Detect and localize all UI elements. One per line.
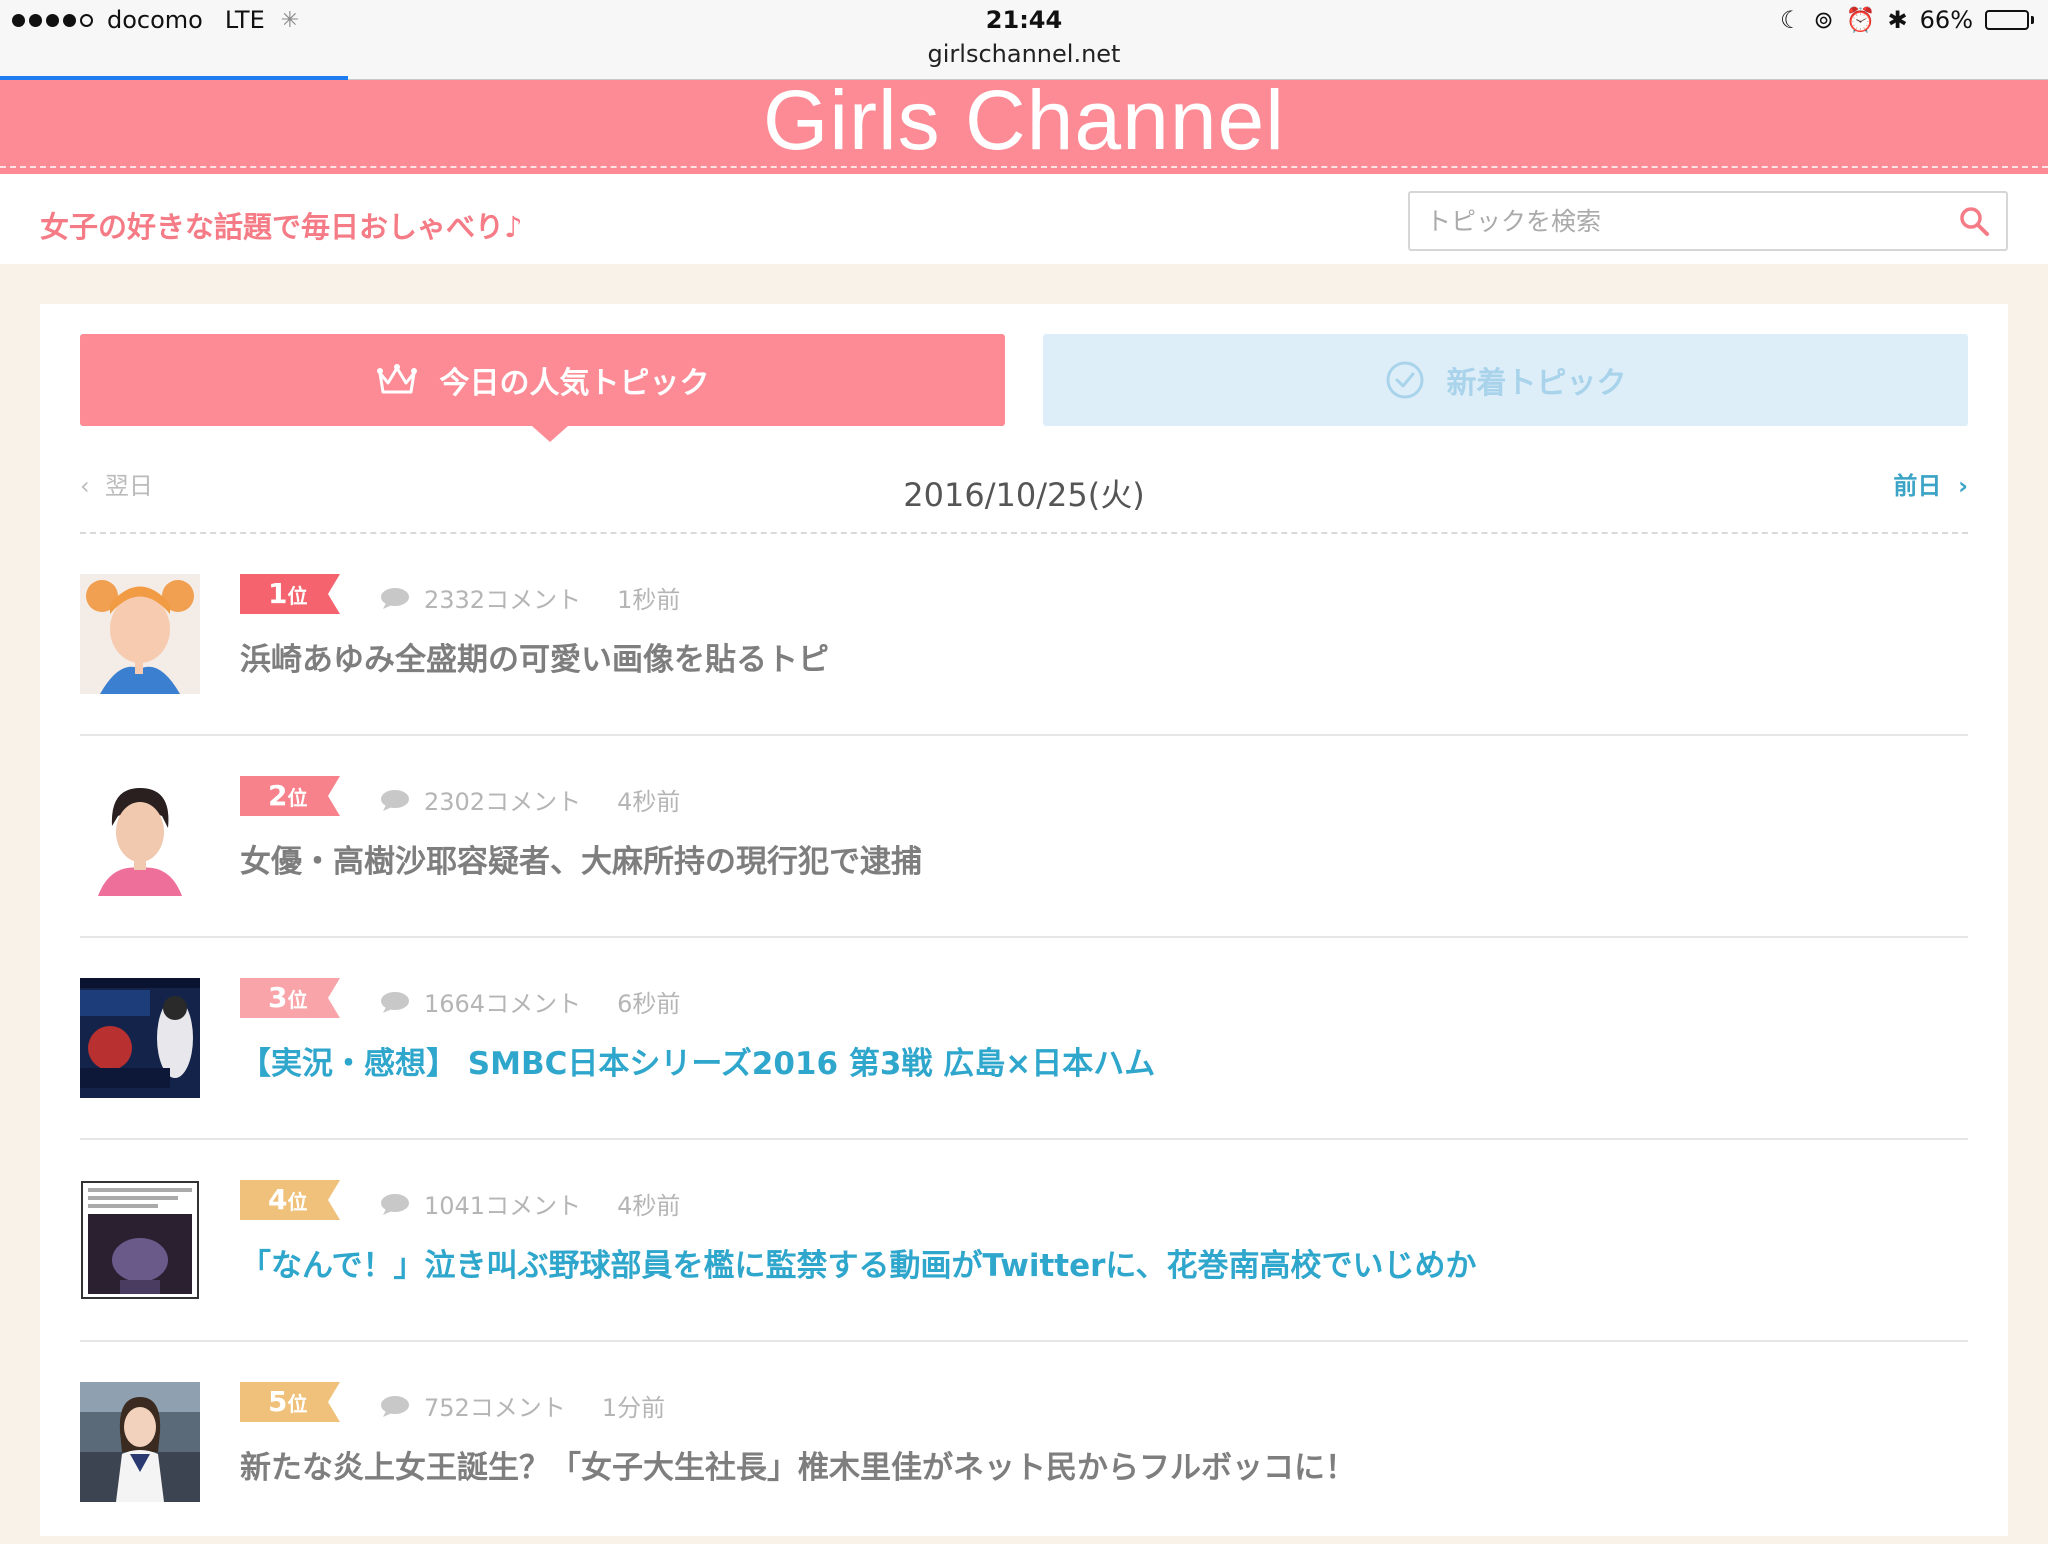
topic-item[interactable]: 3位 1664コメント 6秒前 【実況・感想】 SMBC日本シリーズ2016 第… [80,938,1968,1140]
subheader: 女子の好きな話題で毎日おしゃべり♪ [0,174,2048,264]
clock-icon [1386,361,1423,399]
topic-thumbnail[interactable] [80,1180,200,1300]
battery-icon [1985,10,2034,30]
topic-meta: 2302コメント 4秒前 [380,782,680,817]
topic-meta: 1664コメント 6秒前 [380,984,680,1019]
post-time: 6秒前 [617,990,681,1018]
post-time: 1秒前 [617,586,681,614]
active-tab-pointer [532,426,568,442]
rank-badge: 2位 [240,776,340,816]
comment-count: 2302コメント [424,788,582,816]
url-bar[interactable]: girlschannel.net [0,40,2048,68]
battery-percentage: 66% [1919,6,1973,34]
topic-meta: 752コメント 1分前 [380,1388,665,1423]
topic-title[interactable]: 新たな炎上女王誕生？「女子大生社長」椎木里佳がネット民からフルボッコに！ [240,1442,1356,1487]
site-logo[interactable]: Girls Channel [0,72,2048,169]
search-icon[interactable] [1958,205,1990,237]
topics-card: 今日の人気トピック 新着トピック ‹ 翌日 2016/10/25(火) 前日 › [40,304,2008,1536]
topic-meta: 2332コメント 1秒前 [380,580,680,615]
comment-icon [381,789,409,811]
topic-thumbnail[interactable] [80,1382,200,1502]
rotation-lock-icon: ⊚ [1813,6,1834,34]
topic-thumbnail[interactable] [80,978,200,1098]
clock: 21:44 [985,6,1063,34]
topic-title[interactable]: 「なんで！」泣き叫ぶ野球部員を檻に監禁する動画がTwitterに、花巻南高校でい… [240,1240,1476,1285]
topic-item[interactable]: 1位 2332コメント 1秒前 浜崎あゆみ全盛期の可愛い画像を貼るトピ [80,534,1968,736]
tab-popular-topics[interactable]: 今日の人気トピック [80,334,1005,442]
topic-list: 1位 2332コメント 1秒前 浜崎あゆみ全盛期の可愛い画像を貼るトピ 2位 2… [80,534,1968,1544]
tab-new-topics[interactable]: 新着トピック [1043,334,1968,426]
comment-count: 1664コメント [424,990,582,1018]
rank-badge: 3位 [240,978,340,1018]
next-day-link[interactable]: 前日 › [1893,466,1968,501]
topic-meta: 1041コメント 4秒前 [380,1186,680,1221]
post-time: 4秒前 [617,1192,681,1220]
search-box [1408,191,2008,251]
topic-title[interactable]: 【実況・感想】 SMBC日本シリーズ2016 第3戦 広島×日本ハム [240,1038,1155,1083]
topic-item[interactable]: 4位 1041コメント 4秒前 「なんで！」泣き叫ぶ野球部員を檻に監禁する動画が… [80,1140,1968,1342]
rank-badge: 1位 [240,574,340,614]
alarm-icon: ⏰ [1845,6,1876,34]
topic-title[interactable]: 女優・高樹沙耶容疑者、大麻所持の現行犯で逮捕 [240,836,922,881]
chevron-right-icon: › [1958,472,1968,500]
comment-count: 1041コメント [424,1192,582,1220]
date-navigation: ‹ 翌日 2016/10/25(火) 前日 › [80,454,1968,534]
site-tagline: 女子の好きな話題で毎日おしゃべり♪ [40,210,523,244]
topic-item[interactable]: 5位 752コメント 1分前 新たな炎上女王誕生？「女子大生社長」椎木里佳がネッ… [80,1342,1968,1544]
rank-badge: 5位 [240,1382,340,1422]
site-header: Girls Channel [0,73,2048,174]
next-day-label: 前日 [1893,472,1942,500]
tab-new-label: 新着トピック [1446,366,1627,401]
ios-status-bar: docomo LTE ✳ 21:44 girlschannel.net ☾ ⊚ … [0,0,2048,80]
topic-thumbnail[interactable] [80,776,200,896]
comment-icon [381,1395,409,1417]
do-not-disturb-icon: ☾ [1780,6,1802,34]
rank-badge: 4位 [240,1180,340,1220]
topic-title[interactable]: 浜崎あゆみ全盛期の可愛い画像を貼るトピ [240,634,829,679]
topic-item[interactable]: 2位 2302コメント 4秒前 女優・高樹沙耶容疑者、大麻所持の現行犯で逮捕 [80,736,1968,938]
tab-popular-label: 今日の人気トピック [439,366,710,401]
search-input[interactable] [1410,193,1950,249]
comment-icon [381,587,409,609]
post-time: 1分前 [601,1394,666,1422]
crown-icon [376,364,417,394]
header-dashed-divider [0,166,2048,168]
bluetooth-icon: ✱ [1887,6,1908,34]
comment-count: 752コメント [424,1394,566,1422]
post-time: 4秒前 [617,788,681,816]
comment-icon [381,991,409,1013]
topic-thumbnail[interactable] [80,574,200,694]
current-date: 2016/10/25(火) [903,476,1145,514]
comment-icon [381,1193,409,1215]
comment-count: 2332コメント [424,586,582,614]
status-icons: ☾ ⊚ ⏰ ✱ 66% [1780,6,2034,34]
